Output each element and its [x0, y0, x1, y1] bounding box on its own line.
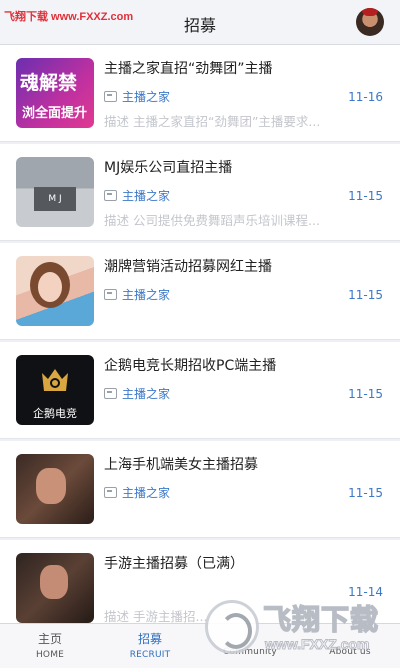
- tag-icon: [104, 487, 117, 498]
- crown-icon: [42, 369, 68, 391]
- item-description: 描述 公司提供免费舞蹈声乐培训课程...: [104, 213, 320, 228]
- item-thumbnail: M J: [16, 157, 94, 227]
- item-date: 11-15: [348, 288, 383, 302]
- tag-icon: [104, 388, 117, 399]
- item-thumbnail: [16, 553, 94, 623]
- watermark-title: 飞翔下载: [262, 602, 380, 637]
- item-thumbnail: [16, 256, 94, 326]
- tag-icon: [104, 190, 117, 201]
- watermark-url: www.FXXZ.com: [265, 636, 370, 653]
- tag-icon: [104, 289, 117, 300]
- item-title: 上海手机端美女主播招募: [104, 457, 258, 473]
- item-title: 企鹅电竞长期招收PC端主播: [104, 358, 277, 374]
- item-title: 手游主播招募（已满）: [104, 556, 244, 572]
- item-tag: 主播之家: [122, 90, 171, 104]
- item-description: 描述 主播之家直招“劲舞团”主播要求...: [104, 114, 321, 129]
- item-title: 主播之家直招“劲舞团”主播: [104, 61, 273, 77]
- top-bar: 飞翔下载 www.FXXZ.com 招募: [0, 0, 400, 45]
- thumbnail-text: 企鹅电竞: [33, 407, 77, 420]
- item-tag: 主播之家: [122, 288, 171, 302]
- list-item[interactable]: 魂解禁 浏全面提升 主播之家直招“劲舞团”主播 主播之家 11-16 描述 主播…: [0, 45, 400, 142]
- avatar[interactable]: [356, 8, 384, 36]
- item-date: 11-15: [348, 387, 383, 401]
- item-thumbnail: [16, 454, 94, 524]
- item-title: 潮牌营销活动招募网红主播: [104, 259, 272, 275]
- item-thumbnail: 企鹅电竞: [16, 355, 94, 425]
- item-date: 11-16: [348, 90, 383, 104]
- tab-recruit[interactable]: 招募 RECRUIT: [100, 624, 200, 668]
- item-title: MJ娱乐公司直招主播: [104, 160, 233, 176]
- item-date: 11-15: [348, 486, 383, 500]
- item-tag: 主播之家: [122, 486, 171, 500]
- watermark: 飞翔下载 www.FXXZ.com: [205, 596, 395, 662]
- tab-label: 主页: [37, 632, 62, 646]
- recruit-list[interactable]: 魂解禁 浏全面提升 主播之家直招“劲舞团”主播 主播之家 11-16 描述 主播…: [0, 45, 400, 623]
- watermark-logo-icon: [205, 600, 259, 654]
- list-item[interactable]: 上海手机端美女主播招募 主播之家 11-15: [0, 441, 400, 538]
- list-item[interactable]: 潮牌营销活动招募网红主播 主播之家 11-15: [0, 243, 400, 340]
- tag-icon: [104, 91, 117, 102]
- tab-sublabel: RECRUIT: [129, 650, 171, 660]
- item-tag: 主播之家: [122, 189, 171, 203]
- thumbnail-text: 浏全面提升: [22, 106, 88, 121]
- tab-sublabel: HOME: [35, 650, 65, 660]
- list-item[interactable]: 企鹅电竞 企鹅电竞长期招收PC端主播 主播之家 11-15: [0, 342, 400, 439]
- tab-home[interactable]: 主页 HOME: [0, 624, 100, 668]
- item-tag: 主播之家: [122, 387, 171, 401]
- item-thumbnail: 魂解禁 浏全面提升: [16, 58, 94, 128]
- item-date: 11-15: [348, 189, 383, 203]
- thumbnail-text: 魂解禁: [20, 72, 78, 94]
- page-title: 招募: [183, 16, 216, 35]
- tab-label: 招募: [137, 632, 162, 646]
- thumbnail-text: M J: [34, 187, 76, 211]
- list-item[interactable]: M J MJ娱乐公司直招主播 主播之家 11-15 描述 公司提供免费舞蹈声乐培…: [0, 144, 400, 241]
